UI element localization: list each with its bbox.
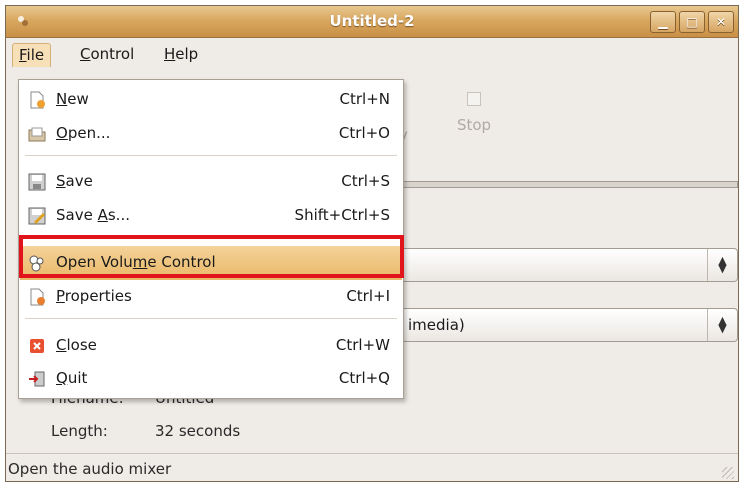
menu-item-properties-label: Properties [56,287,132,305]
open-folder-icon [28,127,46,142]
menu-help-mnemonic: H [164,45,176,63]
status-text: Open the audio mixer [8,460,172,478]
menu-item-save-as-accel: Shift+Ctrl+S [294,206,390,224]
menu-separator [25,318,397,319]
menu-control-rest: ontrol [90,45,135,63]
length-row: Length: 32 seconds [51,422,240,440]
menu-item-quit[interactable]: Quit Ctrl+Q [20,362,402,396]
menu-item-quit-accel: Ctrl+Q [338,369,390,387]
menu-item-properties[interactable]: Properties Ctrl+I [20,280,402,314]
minimize-icon: ▁ [658,15,668,29]
stop-label: Stop [456,116,492,134]
menu-item-open-accel: Ctrl+O [338,124,390,142]
position-slider[interactable] [400,181,738,188]
close-button[interactable]: ✕ [708,11,734,33]
menu-help[interactable]: Help [158,43,204,67]
save-as-icon [28,207,46,225]
stop-button[interactable]: Stop [444,92,504,134]
menu-item-close[interactable]: Close Ctrl+W [20,329,402,363]
title-bar[interactable]: Untitled-2 ▁ □ ✕ [6,6,738,38]
stop-icon [467,92,481,106]
menu-item-save-as-label: Save As... [56,206,130,224]
window-title: Untitled-2 [329,12,415,30]
close-icon: ✕ [715,15,727,29]
menu-item-new-label: New [56,90,89,108]
annotation-highlight-box [19,235,404,278]
combo-arrows-icon: ▲ ▼ [707,309,737,341]
menu-separator [25,155,397,156]
format-combo-value: imedia) [408,316,465,334]
menu-item-close-label: Close [56,336,97,354]
menu-item-save-as[interactable]: Save As... Shift+Ctrl+S [20,199,402,233]
length-key: Length: [51,422,108,440]
save-disk-icon [28,173,46,191]
combo-arrows-icon: ▲ ▼ [707,249,737,281]
menu-help-rest: elp [175,45,199,63]
menu-item-quit-label: Quit [56,369,88,387]
menu-item-save-label: Save [56,172,93,190]
menubar: File Control Help [6,39,738,69]
minimize-button[interactable]: ▁ [650,11,676,33]
maximize-button[interactable]: □ [679,11,705,33]
menu-item-save[interactable]: Save Ctrl+S [20,165,402,199]
menu-file-mnemonic: F [19,46,27,64]
menu-item-new-accel: Ctrl+N [339,90,390,108]
menu-item-open[interactable]: Open... Ctrl+O [20,117,402,151]
quit-icon [29,371,45,387]
menu-file[interactable]: File [12,43,52,67]
menu-item-open-label: Open... [56,124,111,142]
menu-item-save-accel: Ctrl+S [341,172,390,190]
format-combo[interactable]: imedia) ▲ ▼ [400,308,738,342]
length-value: 32 seconds [155,422,241,440]
status-bar: Open the audio mixer [6,453,738,481]
menu-item-properties-accel: Ctrl+I [346,287,390,305]
device-combo[interactable]: ▲ ▼ [400,248,738,282]
resize-grip-icon[interactable] [722,467,734,479]
menu-control[interactable]: Control [74,43,140,67]
maximize-icon: □ [686,15,698,29]
menu-item-new[interactable]: New Ctrl+N [20,83,402,117]
new-document-icon [30,91,45,109]
menu-file-rest: ile [26,46,45,64]
properties-icon [30,288,45,306]
menu-control-mnemonic: C [80,45,91,63]
close-red-icon [30,339,44,353]
menu-item-close-accel: Ctrl+W [335,336,390,354]
